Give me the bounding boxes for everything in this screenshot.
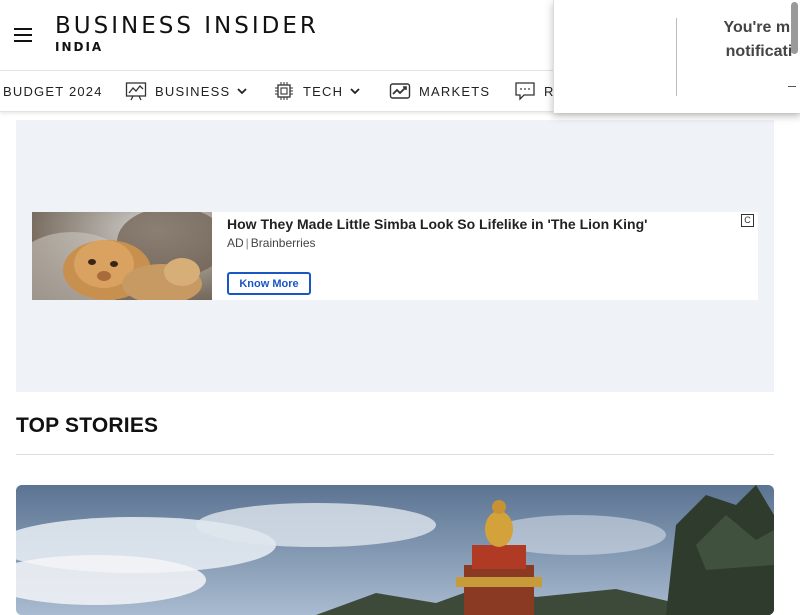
chat-icon — [514, 81, 536, 101]
section-divider — [16, 454, 774, 455]
menu-icon[interactable] — [14, 26, 34, 42]
sponsored-ad-card[interactable]: How They Made Little Simba Look So Lifel… — [32, 212, 758, 300]
chart-icon — [125, 81, 147, 101]
notification-divider — [676, 18, 677, 96]
chevron-down-icon — [350, 87, 360, 95]
nav-label: BUSINESS — [155, 83, 231, 99]
chip-icon — [273, 81, 295, 101]
nav-label: BUDGET 2024 — [3, 83, 103, 99]
top-story-image[interactable] — [16, 485, 774, 615]
ad-container: How They Made Little Simba Look So Lifel… — [16, 120, 774, 392]
notification-line-2: notificati — [725, 43, 793, 60]
nav-label: TECH — [303, 83, 344, 99]
ad-source: AD | Brainberries — [227, 236, 316, 250]
logo-sub-text: INDIA — [55, 40, 104, 54]
notification-line-1: You're mi — [723, 19, 795, 36]
chevron-down-icon — [237, 87, 247, 95]
market-chart-icon — [389, 81, 411, 101]
nav-item-tech[interactable]: TECH — [273, 71, 360, 111]
scrollbar[interactable] — [791, 0, 800, 113]
nav-item-r[interactable]: R — [514, 71, 555, 111]
nav-item-business[interactable]: BUSINESS — [125, 71, 247, 111]
ad-advertiser: Brainberries — [250, 236, 316, 250]
notification-prompt[interactable]: You're mi notificati — [553, 0, 800, 113]
scrollbar-thumb[interactable] — [791, 2, 798, 54]
ad-thumbnail[interactable] — [32, 212, 212, 300]
know-more-button[interactable]: Know More — [227, 272, 311, 295]
nav-item-markets[interactable]: MARKETS — [389, 71, 490, 111]
notification-message: You're mi notificati — [704, 16, 800, 64]
site-logo[interactable]: BUSINESS INSIDER INDIA — [55, 12, 319, 54]
ad-headline[interactable]: How They Made Little Simba Look So Lifel… — [227, 216, 727, 232]
nav-item-budget[interactable]: BUDGET 2024 — [3, 71, 103, 111]
ad-label: AD — [227, 236, 244, 250]
ad-choices-icon[interactable]: C — [741, 214, 754, 227]
logo-main-text: BUSINESS INSIDER — [55, 13, 319, 39]
section-title-top-stories: TOP STORIES — [16, 414, 159, 437]
nav-label: MARKETS — [419, 83, 491, 99]
